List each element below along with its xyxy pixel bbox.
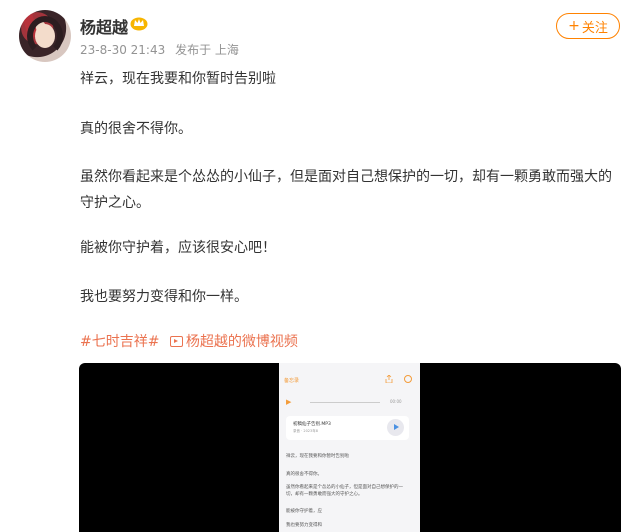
post-tags: #七时吉祥# 杨超越的微博视频 <box>80 331 298 351</box>
post-paragraph: 我也要努力变得和你一样。 <box>80 289 248 305</box>
video-icon <box>169 336 183 347</box>
post-paragraph: 能被你守护着，应该很安心吧！ <box>80 240 276 256</box>
note-line: 真的很舍不得你。 <box>286 472 322 477</box>
video-frame-phone-screen: 备忘录 ▶ 00:00 初稿仙子告别.MP3 录音 · 2023年8 祥云，现在… <box>279 363 420 532</box>
audio-track <box>310 402 380 403</box>
audio-file-meta: 录音 · 2023年8 <box>293 429 318 433</box>
avatar-face <box>35 24 55 48</box>
post-paragraph: 祥云，现在我要和你暂时告别啦 <box>80 71 276 87</box>
share-icon <box>385 375 393 383</box>
topic-tag-link[interactable]: #七时吉祥# <box>80 334 159 350</box>
video-player[interactable]: 备忘录 ▶ 00:00 初稿仙子告别.MP3 录音 · 2023年8 祥云，现在… <box>79 363 621 532</box>
follow-button[interactable]: + 关注 <box>556 13 620 39</box>
audio-time: 00:00 <box>390 399 402 404</box>
note-line: 能被你守护着，应 <box>286 509 322 514</box>
author-name[interactable]: 杨超越 <box>80 14 128 38</box>
post-paragraph: 真的很舍不得你。 <box>80 121 192 137</box>
post-paragraph: 虽然你看起来是个怂怂的小仙子，但是面对自己想保护的一切，却有一颗勇敢而强大的守护… <box>80 169 612 211</box>
audio-attachment-card: 初稿仙子告别.MP3 录音 · 2023年8 <box>286 416 409 440</box>
video-link-label: 杨超越的微博视频 <box>185 334 298 350</box>
note-line: 虽然你看起来是个怂怂的小仙子，但是面对自己想保护的一切，却有一颗勇敢而强大的守护… <box>286 485 403 497</box>
post-timestamp[interactable]: 23-8-30 21:43 <box>80 43 165 57</box>
more-icon <box>404 375 412 383</box>
audio-play-icon <box>387 419 404 436</box>
audio-scrubber: ▶ 00:00 <box>286 398 414 406</box>
video-link[interactable]: 杨超越的微博视频 <box>169 334 298 350</box>
audio-file-name: 初稿仙子告别.MP3 <box>293 422 331 427</box>
note-line: 祥云，现在我要和你暂时告别啦 <box>286 454 349 459</box>
post-meta: 23-8-30 21:43 发布于 上海 <box>80 41 245 58</box>
notes-back-label: 备忘录 <box>284 378 300 384</box>
post-source: 发布于 上海 <box>175 43 239 57</box>
play-icon: ▶ <box>286 398 292 406</box>
plus-icon: + <box>568 18 580 34</box>
vip-crown-icon <box>130 17 148 31</box>
avatar[interactable] <box>19 10 71 62</box>
note-line: 我也要努力变得和 <box>286 523 322 528</box>
follow-label: 关注 <box>581 20 608 36</box>
